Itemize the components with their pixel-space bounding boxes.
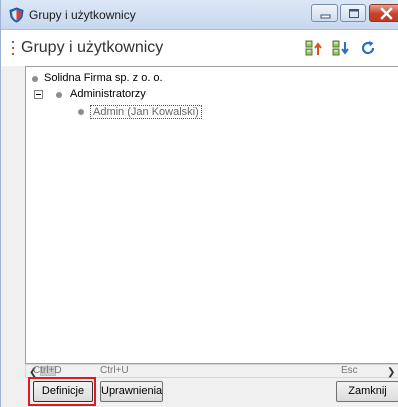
grip-icon <box>11 40 15 56</box>
maximize-icon <box>349 9 359 18</box>
page-title: Grupy i użytkownicy <box>21 39 164 56</box>
shortcut-uprawnienia: Ctrl+U <box>100 365 129 376</box>
window-title: Grupy i użytkownicy <box>29 8 136 22</box>
minimize-icon <box>320 14 331 19</box>
close-icon <box>380 7 393 20</box>
uprawnienia-button[interactable]: Uprawnienia <box>100 381 163 402</box>
definicje-button[interactable]: Definicje <box>33 381 93 402</box>
refresh-icon[interactable] <box>359 39 377 57</box>
shortcut-zamknij: Esc <box>341 365 358 376</box>
bullet-icon <box>78 109 84 115</box>
collapse-icon[interactable] <box>34 90 43 99</box>
groups-users-tree[interactable]: Solidna Firma sp. z o. o. Administratorz… <box>25 66 398 364</box>
title-bar[interactable]: Grupy i użytkownicy <box>1 0 398 30</box>
bullet-icon <box>32 76 38 82</box>
export-icon[interactable] <box>305 39 323 57</box>
maximize-button[interactable] <box>340 4 366 22</box>
zamknij-button[interactable]: Zamknij <box>336 381 398 402</box>
tree-item-label: Solidna Firma sp. z o. o. <box>44 72 163 84</box>
shortcut-definicje: Ctrl+D <box>33 365 62 376</box>
shield-icon <box>9 7 24 23</box>
import-icon[interactable] <box>332 39 350 57</box>
panel-header: Grupy i użytkownicy <box>1 30 398 66</box>
tree-item-label: Administratorzy <box>70 88 146 100</box>
minimize-button[interactable] <box>311 4 338 22</box>
bullet-icon <box>56 92 62 98</box>
dialog-window: Grupy i użytkownicy Grupy i użytkownicy … <box>0 0 398 407</box>
tree-item-label: Admin (Jan Kowalski) <box>90 105 202 119</box>
scroll-right-icon[interactable]: ❯ <box>387 367 395 378</box>
close-button[interactable] <box>369 4 398 22</box>
